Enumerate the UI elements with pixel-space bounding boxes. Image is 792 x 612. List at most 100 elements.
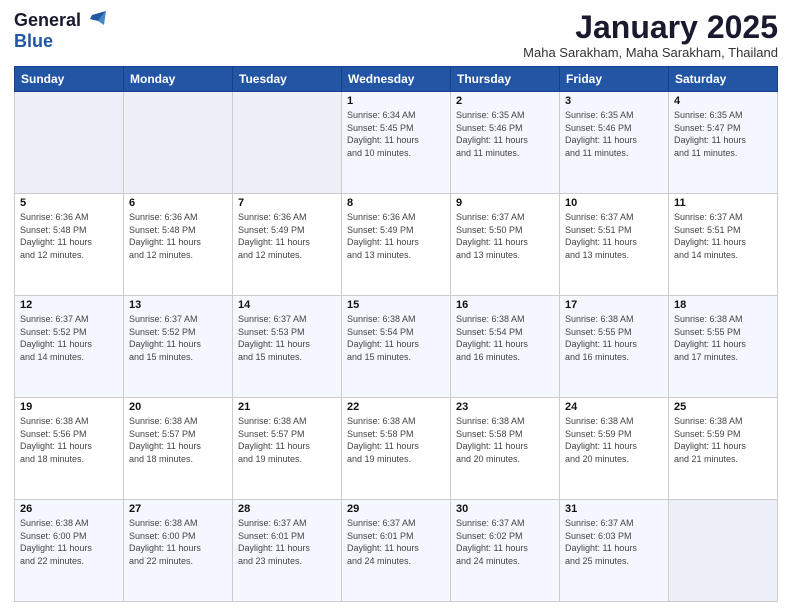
day-info: Sunrise: 6:38 AM Sunset: 5:55 PM Dayligh… <box>674 313 772 363</box>
day-number: 13 <box>129 299 227 311</box>
day-info: Sunrise: 6:36 AM Sunset: 5:48 PM Dayligh… <box>20 211 118 261</box>
col-wednesday: Wednesday <box>342 67 451 92</box>
day-cell: 21 Sunrise: 6:38 AM Sunset: 5:57 PM Dayli… <box>233 398 342 500</box>
day-info: Sunrise: 6:37 AM Sunset: 5:51 PM Dayligh… <box>565 211 663 261</box>
day-info: Sunrise: 6:37 AM Sunset: 6:02 PM Dayligh… <box>456 517 554 567</box>
day-cell: 16 Sunrise: 6:38 AM Sunset: 5:54 PM Dayli… <box>451 296 560 398</box>
day-cell: 2 Sunrise: 6:35 AM Sunset: 5:46 PM Daylig… <box>451 92 560 194</box>
day-number: 12 <box>20 299 118 311</box>
day-number: 18 <box>674 299 772 311</box>
day-info: Sunrise: 6:38 AM Sunset: 5:57 PM Dayligh… <box>129 415 227 465</box>
day-cell: 10 Sunrise: 6:37 AM Sunset: 5:51 PM Dayli… <box>560 194 669 296</box>
day-number: 10 <box>565 197 663 209</box>
day-cell <box>15 92 124 194</box>
day-number: 1 <box>347 95 445 107</box>
day-info: Sunrise: 6:36 AM Sunset: 5:49 PM Dayligh… <box>238 211 336 261</box>
day-cell: 23 Sunrise: 6:38 AM Sunset: 5:58 PM Dayli… <box>451 398 560 500</box>
day-number: 3 <box>565 95 663 107</box>
day-number: 6 <box>129 197 227 209</box>
day-number: 26 <box>20 503 118 515</box>
day-number: 22 <box>347 401 445 413</box>
day-number: 4 <box>674 95 772 107</box>
day-info: Sunrise: 6:37 AM Sunset: 6:03 PM Dayligh… <box>565 517 663 567</box>
day-cell: 29Sunrise: 6:37 AM Sunset: 6:01 PM Dayli… <box>342 500 451 602</box>
day-cell: 13 Sunrise: 6:37 AM Sunset: 5:52 PM Dayli… <box>124 296 233 398</box>
day-cell: 14 Sunrise: 6:37 AM Sunset: 5:53 PM Dayli… <box>233 296 342 398</box>
header: General Blue January 2025 Maha Sarakham,… <box>14 10 778 60</box>
day-info: Sunrise: 6:37 AM Sunset: 6:01 PM Dayligh… <box>347 517 445 567</box>
day-cell: 25 Sunrise: 6:38 AM Sunset: 5:59 PM Dayli… <box>669 398 778 500</box>
day-cell: 31 Sunrise: 6:37 AM Sunset: 6:03 PM Dayli… <box>560 500 669 602</box>
day-info: Sunrise: 6:36 AM Sunset: 5:49 PM Dayligh… <box>347 211 445 261</box>
day-info: Sunrise: 6:37 AM Sunset: 5:50 PM Dayligh… <box>456 211 554 261</box>
day-info: Sunrise: 6:38 AM Sunset: 5:55 PM Dayligh… <box>565 313 663 363</box>
day-number: 31 <box>565 503 663 515</box>
day-info: Sunrise: 6:37 AM Sunset: 5:53 PM Dayligh… <box>238 313 336 363</box>
day-info: Sunrise: 6:37 AM Sunset: 5:52 PM Dayligh… <box>129 313 227 363</box>
day-number: 27 <box>129 503 227 515</box>
logo-bird-icon <box>84 11 106 31</box>
day-cell <box>233 92 342 194</box>
day-info: Sunrise: 6:38 AM Sunset: 5:54 PM Dayligh… <box>456 313 554 363</box>
col-sunday: Sunday <box>15 67 124 92</box>
day-number: 9 <box>456 197 554 209</box>
day-info: Sunrise: 6:35 AM Sunset: 5:46 PM Dayligh… <box>456 109 554 159</box>
day-cell <box>669 500 778 602</box>
day-number: 17 <box>565 299 663 311</box>
col-monday: Monday <box>124 67 233 92</box>
day-info: Sunrise: 6:37 AM Sunset: 5:51 PM Dayligh… <box>674 211 772 261</box>
day-cell: 24 Sunrise: 6:38 AM Sunset: 5:59 PM Dayli… <box>560 398 669 500</box>
day-info: Sunrise: 6:38 AM Sunset: 5:59 PM Dayligh… <box>674 415 772 465</box>
day-number: 8 <box>347 197 445 209</box>
day-info: Sunrise: 6:38 AM Sunset: 5:56 PM Dayligh… <box>20 415 118 465</box>
day-info: Sunrise: 6:38 AM Sunset: 6:00 PM Dayligh… <box>20 517 118 567</box>
header-row: Sunday Monday Tuesday Wednesday Thursday… <box>15 67 778 92</box>
day-cell: 19 Sunrise: 6:38 AM Sunset: 5:56 PM Dayli… <box>15 398 124 500</box>
day-cell: 8 Sunrise: 6:36 AM Sunset: 5:49 PM Daylig… <box>342 194 451 296</box>
calendar-header: Sunday Monday Tuesday Wednesday Thursday… <box>15 67 778 92</box>
week-row-4: 19 Sunrise: 6:38 AM Sunset: 5:56 PM Dayli… <box>15 398 778 500</box>
subtitle: Maha Sarakham, Maha Sarakham, Thailand <box>523 45 778 60</box>
day-info: Sunrise: 6:34 AM Sunset: 5:45 PM Dayligh… <box>347 109 445 159</box>
day-info: Sunrise: 6:38 AM Sunset: 5:54 PM Dayligh… <box>347 313 445 363</box>
day-info: Sunrise: 6:38 AM Sunset: 5:59 PM Dayligh… <box>565 415 663 465</box>
day-number: 20 <box>129 401 227 413</box>
title-area: January 2025 Maha Sarakham, Maha Sarakha… <box>523 10 778 60</box>
day-cell: 4Sunrise: 6:35 AM Sunset: 5:47 PM Daylig… <box>669 92 778 194</box>
week-row-2: 5Sunrise: 6:36 AM Sunset: 5:48 PM Daylig… <box>15 194 778 296</box>
day-info: Sunrise: 6:38 AM Sunset: 5:57 PM Dayligh… <box>238 415 336 465</box>
day-cell: 20 Sunrise: 6:38 AM Sunset: 5:57 PM Dayli… <box>124 398 233 500</box>
day-info: Sunrise: 6:38 AM Sunset: 5:58 PM Dayligh… <box>347 415 445 465</box>
day-number: 28 <box>238 503 336 515</box>
day-number: 2 <box>456 95 554 107</box>
day-number: 19 <box>20 401 118 413</box>
day-cell: 3Sunrise: 6:35 AM Sunset: 5:46 PM Daylig… <box>560 92 669 194</box>
week-row-3: 12 Sunrise: 6:37 AM Sunset: 5:52 PM Dayli… <box>15 296 778 398</box>
day-cell: 9 Sunrise: 6:37 AM Sunset: 5:50 PM Daylig… <box>451 194 560 296</box>
day-number: 14 <box>238 299 336 311</box>
day-number: 21 <box>238 401 336 413</box>
col-tuesday: Tuesday <box>233 67 342 92</box>
col-thursday: Thursday <box>451 67 560 92</box>
week-row-5: 26 Sunrise: 6:38 AM Sunset: 6:00 PM Dayli… <box>15 500 778 602</box>
day-cell: 6 Sunrise: 6:36 AM Sunset: 5:48 PM Daylig… <box>124 194 233 296</box>
logo-blue: Blue <box>14 31 53 52</box>
day-number: 23 <box>456 401 554 413</box>
day-cell: 18 Sunrise: 6:38 AM Sunset: 5:55 PM Dayli… <box>669 296 778 398</box>
day-cell: 22 Sunrise: 6:38 AM Sunset: 5:58 PM Dayli… <box>342 398 451 500</box>
logo-area: General Blue <box>14 10 107 52</box>
day-cell: 12 Sunrise: 6:37 AM Sunset: 5:52 PM Dayli… <box>15 296 124 398</box>
logo-general: General <box>14 10 81 31</box>
day-number: 16 <box>456 299 554 311</box>
col-friday: Friday <box>560 67 669 92</box>
day-info: Sunrise: 6:37 AM Sunset: 5:52 PM Dayligh… <box>20 313 118 363</box>
day-info: Sunrise: 6:38 AM Sunset: 5:58 PM Dayligh… <box>456 415 554 465</box>
day-number: 15 <box>347 299 445 311</box>
day-number: 24 <box>565 401 663 413</box>
col-saturday: Saturday <box>669 67 778 92</box>
day-number: 25 <box>674 401 772 413</box>
day-info: Sunrise: 6:36 AM Sunset: 5:48 PM Dayligh… <box>129 211 227 261</box>
day-cell: 30 Sunrise: 6:37 AM Sunset: 6:02 PM Dayli… <box>451 500 560 602</box>
day-number: 30 <box>456 503 554 515</box>
day-cell: 7Sunrise: 6:36 AM Sunset: 5:49 PM Daylig… <box>233 194 342 296</box>
